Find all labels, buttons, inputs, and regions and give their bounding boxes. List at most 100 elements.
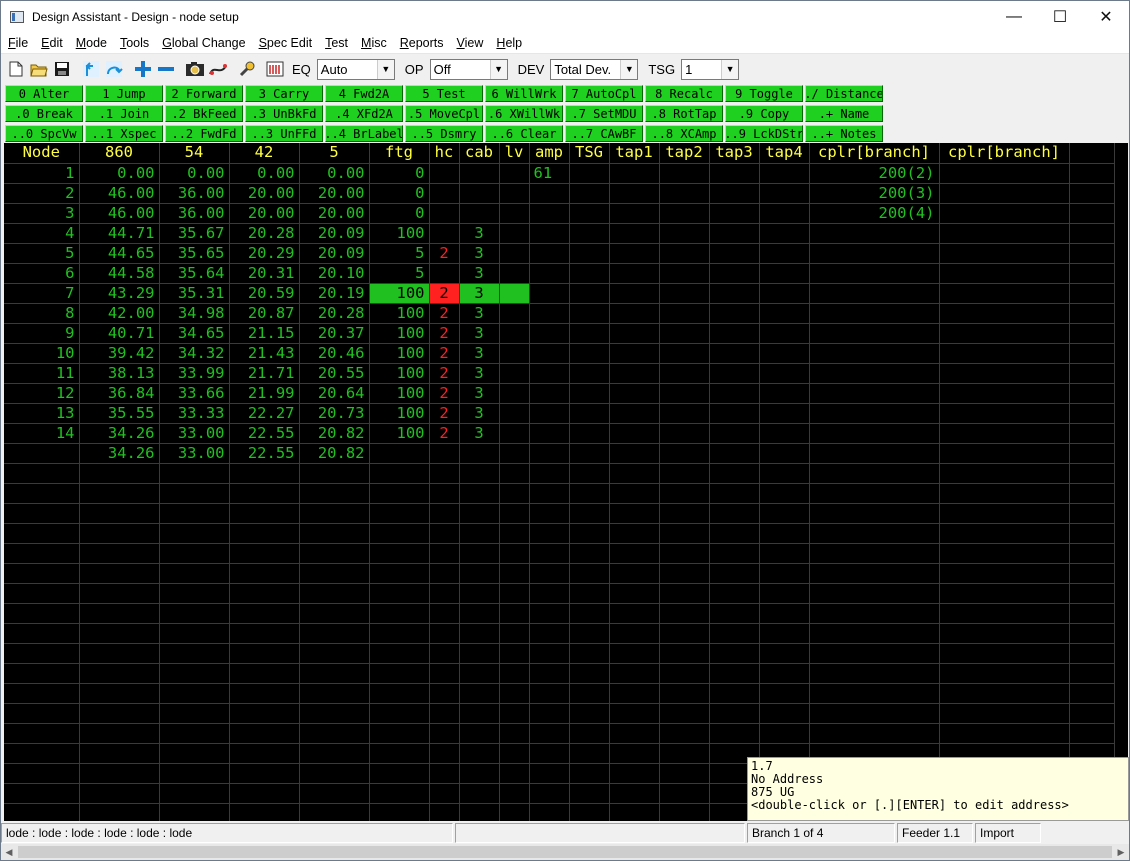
table-row[interactable] xyxy=(4,483,1115,504)
grid-cell[interactable] xyxy=(4,643,80,664)
grid-cell[interactable]: 3 xyxy=(459,283,500,304)
grid-cell[interactable] xyxy=(429,483,460,504)
grid-cell[interactable] xyxy=(809,623,940,644)
grid-cell[interactable] xyxy=(709,483,760,504)
grid-cell[interactable]: 100 xyxy=(369,223,430,244)
grid-cell[interactable] xyxy=(499,763,530,784)
grid-cell[interactable] xyxy=(609,323,660,344)
grid-cell[interactable]: 0 xyxy=(369,163,430,184)
new-file-icon[interactable] xyxy=(5,58,27,80)
grid-cell[interactable] xyxy=(499,583,530,604)
grid-cell[interactable]: 38.13 xyxy=(79,363,160,384)
fkey-button[interactable]: 8 Recalc xyxy=(645,85,723,102)
grid-cell[interactable] xyxy=(459,183,500,204)
grid-cell[interactable] xyxy=(299,803,370,821)
grid-cell[interactable] xyxy=(429,803,460,821)
grid-cell[interactable]: 40.71 xyxy=(79,323,160,344)
grid-cell[interactable] xyxy=(659,803,710,821)
grid-cell[interactable]: 100 xyxy=(369,403,430,424)
grid-cell[interactable]: 0.00 xyxy=(159,163,230,184)
grid-cell[interactable]: 100 xyxy=(369,283,430,304)
grid-cell[interactable] xyxy=(499,623,530,644)
menu-file[interactable]: File xyxy=(1,36,34,50)
grid-cell[interactable] xyxy=(79,683,160,704)
table-row[interactable]: 34.26 33.00 22.55 20.82 xyxy=(4,443,1115,464)
grid-cell[interactable]: 3 xyxy=(459,423,500,444)
grid-cell[interactable] xyxy=(759,703,810,724)
grid-cell[interactable] xyxy=(659,663,710,684)
grid-cell[interactable] xyxy=(809,283,940,304)
column-header[interactable]: tap2 xyxy=(659,143,710,164)
grid-cell[interactable] xyxy=(529,763,570,784)
grid-cell[interactable] xyxy=(809,263,940,284)
grid-cell[interactable]: 2 xyxy=(429,323,460,344)
grid-cell[interactable] xyxy=(659,523,710,544)
grid-cell[interactable]: 35.65 xyxy=(159,243,230,264)
grid-cell[interactable] xyxy=(369,483,430,504)
fkey-button[interactable]: .9 Copy xyxy=(725,105,803,122)
op-select[interactable]: Off ▼ xyxy=(429,58,508,80)
grid-cell[interactable]: 20.55 xyxy=(299,363,370,384)
grid-cell[interactable] xyxy=(569,683,610,704)
grid-cell[interactable] xyxy=(499,323,530,344)
grid-cell[interactable] xyxy=(299,603,370,624)
grid-cell[interactable] xyxy=(499,783,530,804)
grid-cell[interactable] xyxy=(609,183,660,204)
grid-cell[interactable] xyxy=(429,763,460,784)
grid-cell[interactable] xyxy=(369,763,430,784)
grid-cell[interactable] xyxy=(569,403,610,424)
grid-cell[interactable] xyxy=(429,723,460,744)
grid-cell[interactable] xyxy=(609,303,660,324)
grid-cell[interactable] xyxy=(659,723,710,744)
grid-cell[interactable]: 3 xyxy=(459,403,500,424)
grid-cell[interactable]: 12 xyxy=(4,383,80,404)
grid-cell[interactable] xyxy=(1069,543,1115,564)
grid-cell[interactable] xyxy=(159,663,230,684)
grid-cell[interactable] xyxy=(1069,163,1115,184)
grid-cell[interactable] xyxy=(459,703,500,724)
grid-cell[interactable] xyxy=(499,503,530,524)
grid-cell[interactable] xyxy=(609,703,660,724)
grid-cell[interactable] xyxy=(809,563,940,584)
grid-cell[interactable] xyxy=(759,263,810,284)
grid-cell[interactable]: 20.28 xyxy=(299,303,370,324)
column-header[interactable]: 860 xyxy=(79,143,160,164)
grid-cell[interactable]: 0.00 xyxy=(229,163,300,184)
grid-cell[interactable] xyxy=(759,663,810,684)
open-folder-icon[interactable] xyxy=(28,58,50,80)
grid-cell[interactable]: 20.09 xyxy=(299,243,370,264)
grid-cell[interactable] xyxy=(529,363,570,384)
grid-cell[interactable] xyxy=(1069,663,1115,684)
grid-cell[interactable] xyxy=(529,323,570,344)
grid-cell[interactable] xyxy=(709,623,760,644)
grid-cell[interactable] xyxy=(499,243,530,264)
grid-cell[interactable]: 21.43 xyxy=(229,343,300,364)
table-row[interactable]: 3 46.00 36.00 20.00 20.00 0 200(4) xyxy=(4,203,1115,224)
grid-cell[interactable]: 2 xyxy=(429,363,460,384)
grid-cell[interactable] xyxy=(609,163,660,184)
grid-cell[interactable] xyxy=(759,583,810,604)
grid-cell[interactable]: 9 xyxy=(4,323,80,344)
grid-cell[interactable] xyxy=(459,563,500,584)
grid-cell[interactable] xyxy=(569,663,610,684)
grid-cell[interactable]: 2 xyxy=(429,243,460,264)
grid-cell[interactable] xyxy=(459,543,500,564)
grid-cell[interactable] xyxy=(529,683,570,704)
grid-cell[interactable] xyxy=(569,563,610,584)
grid-cell[interactable] xyxy=(809,363,940,384)
grid-cell[interactable] xyxy=(1069,503,1115,524)
grid-cell[interactable] xyxy=(569,463,610,484)
grid-cell[interactable]: 33.00 xyxy=(159,423,230,444)
table-row[interactable] xyxy=(4,543,1115,564)
grid-cell[interactable] xyxy=(659,463,710,484)
tsg-select[interactable]: 1 ▼ xyxy=(681,58,740,80)
grid-cell[interactable] xyxy=(759,303,810,324)
grid-cell[interactable]: 2 xyxy=(429,383,460,404)
grid-cell[interactable]: 3 xyxy=(459,323,500,344)
grid-cell[interactable] xyxy=(809,403,940,424)
grid-cell[interactable] xyxy=(4,503,80,524)
grid-cell[interactable] xyxy=(429,543,460,564)
grid-cell[interactable] xyxy=(229,703,300,724)
grid-cell[interactable] xyxy=(1069,203,1115,224)
grid-cell[interactable] xyxy=(609,503,660,524)
